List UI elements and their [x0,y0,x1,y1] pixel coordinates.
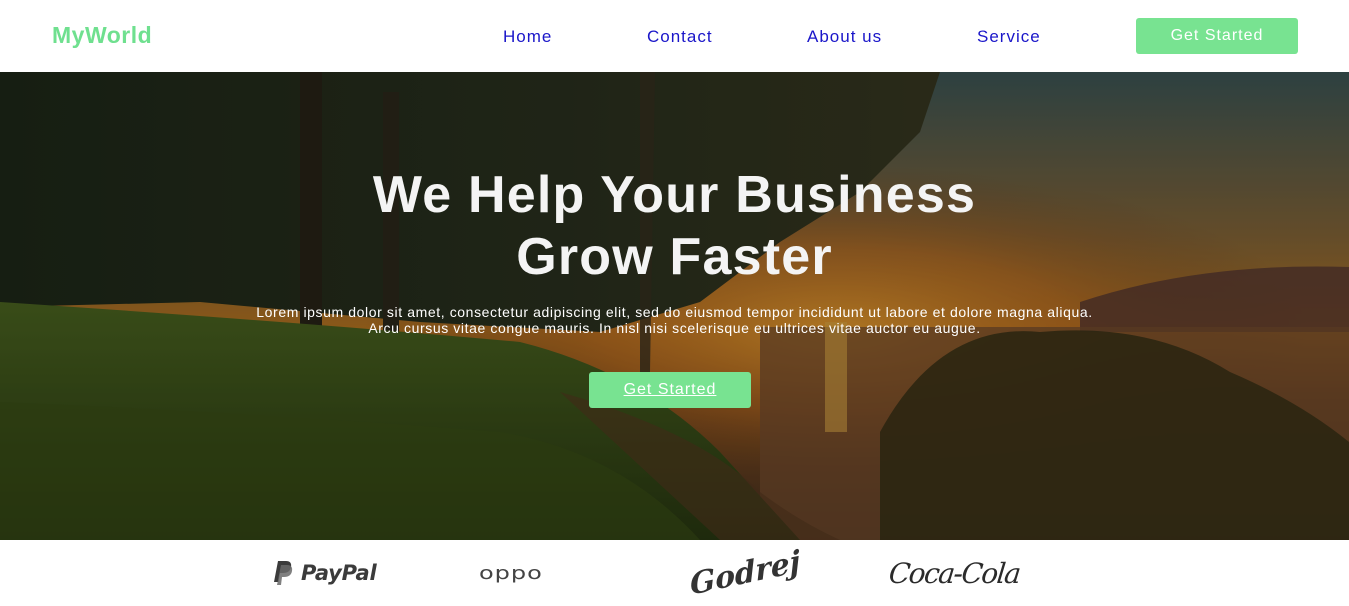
oppo-logo: oppo [479,540,543,606]
nav-home-link[interactable]: Home [503,27,552,47]
hero-title: We Help Your Business Grow Faster [0,164,1349,288]
paypal-icon [274,561,293,585]
godrej-wordmark: Godrej [688,543,802,603]
hero-description: Lorem ipsum dolor sit amet, consectetur … [0,304,1349,336]
nav-about-link[interactable]: About us [807,27,882,47]
site-logo[interactable]: MyWorld [52,22,152,49]
site-header: MyWorld Home Contact About us Service Ge… [0,0,1349,72]
coca-cola-logo: Coca-Cola [887,540,1022,606]
nav-contact-link[interactable]: Contact [647,27,713,47]
hero-title-line1: We Help Your Business [372,166,977,224]
paypal-wordmark: PayPal [301,561,377,585]
nav-service-link[interactable]: Service [977,27,1041,47]
hero-title-line2: Grow Faster [516,228,833,286]
header-get-started-button[interactable]: Get Started [1136,18,1298,54]
paypal-logo: PayPal [273,540,377,606]
hero-description-line1: Lorem ipsum dolor sit amet, consectetur … [256,304,1093,320]
oppo-wordmark: oppo [479,562,543,584]
coca-cola-wordmark: Coca-Cola [887,556,1022,590]
godrej-logo: Godrej [689,540,801,606]
hero-description-line2: Arcu cursus vitae congue mauris. In nisl… [368,320,981,336]
hero-get-started-button[interactable]: Get Started [589,372,751,408]
brand-logos-strip: PayPal oppo Godrej Coca-Cola [0,540,1349,606]
hero-section: We Help Your Business Grow Faster Lorem … [0,72,1349,540]
